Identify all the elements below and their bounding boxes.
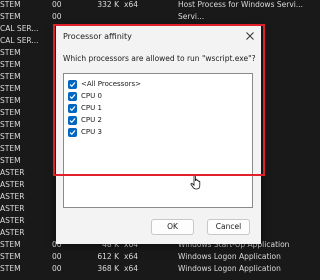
close-icon — [246, 32, 254, 40]
cell-user: STEM — [0, 60, 21, 69]
list-item-label: CPU 3 — [81, 128, 102, 136]
cell-desc: Servi... — [178, 12, 205, 21]
cell-mem: 612 K — [97, 252, 119, 261]
table-row[interactable]: STEM 00 Servi... — [0, 11, 308, 23]
cell-user: ASTER — [0, 180, 25, 189]
cell-user: STEM — [0, 240, 21, 249]
cell-user: ASTER — [0, 216, 25, 225]
cell-user: STEM — [0, 144, 21, 153]
cell-desc: Windows Logon Application — [178, 264, 281, 273]
checkbox-all-processors[interactable] — [68, 80, 77, 89]
list-item-label: CPU 2 — [81, 116, 102, 124]
list-item-label: CPU 1 — [81, 104, 102, 112]
checkmark-icon — [69, 82, 76, 88]
ok-button[interactable]: OK — [151, 219, 194, 235]
dialog-titlebar: Processor affinity — [56, 26, 261, 48]
cell-user: STEM — [0, 156, 21, 165]
cell-user: CAL SER... — [0, 36, 39, 45]
checkmark-icon — [69, 130, 76, 136]
close-button[interactable] — [239, 26, 261, 46]
cell-user: STEM — [0, 252, 21, 261]
cell-user: STEM — [0, 12, 21, 21]
cell-user: STEM — [0, 96, 21, 105]
cell-user: STEM — [0, 48, 21, 57]
cell-user: CAL SER... — [0, 24, 39, 33]
checkbox-cpu-1[interactable] — [68, 104, 77, 113]
cell-user: STEM — [0, 84, 21, 93]
cell-arch: x64 — [124, 264, 138, 273]
checkbox-cpu-3[interactable] — [68, 128, 77, 137]
cell-user: ASTER — [0, 192, 25, 201]
cell-cpu: 00 — [52, 252, 62, 261]
processor-list[interactable]: <All Processors> CPU 0 CPU 1 CPU 2 CPU 3 — [63, 73, 253, 208]
cell-cpu: 00 — [52, 12, 62, 21]
processor-affinity-dialog: Processor affinity Which processors are … — [56, 26, 261, 244]
cell-user: STEM — [0, 72, 21, 81]
cell-arch: x64 — [124, 252, 138, 261]
table-row[interactable]: STEM 00 368 K x64 Windows Logon Application — [0, 263, 308, 275]
cell-arch: x64 — [124, 0, 138, 9]
cell-user: STEM — [0, 108, 21, 117]
cell-user: ASTER — [0, 204, 25, 213]
cell-user: STEM — [0, 264, 21, 273]
cell-desc: Host Process for Windows Servi... — [178, 0, 303, 9]
cell-desc: Windows Logon Application — [178, 252, 281, 261]
hand-cursor-icon — [190, 174, 201, 190]
list-item-label: CPU 0 — [81, 92, 102, 100]
checkbox-cpu-0[interactable] — [68, 92, 77, 101]
checkmark-icon — [69, 94, 76, 100]
cell-mem: 368 K — [97, 264, 119, 273]
cell-cpu: 00 — [52, 264, 62, 273]
cell-user: ASTER — [0, 228, 25, 237]
cell-user: STEM — [0, 0, 21, 9]
list-item-label: <All Processors> — [81, 80, 141, 88]
cell-user: STEM — [0, 120, 21, 129]
dialog-prompt: Which processors are allowed to run "wsc… — [63, 54, 256, 63]
cancel-button[interactable]: Cancel — [207, 219, 250, 235]
checkmark-icon — [69, 106, 76, 112]
checkmark-icon — [69, 118, 76, 124]
table-row[interactable]: STEM 00 612 K x64 Windows Logon Application — [0, 251, 308, 263]
cell-user: STEM — [0, 132, 21, 141]
cell-mem: 332 K — [97, 0, 119, 9]
dialog-title: Processor affinity — [63, 32, 132, 41]
cell-user: ASTER — [0, 168, 25, 177]
table-row[interactable]: STEM 00 332 K x64 Host Process for Windows S… — [0, 0, 308, 11]
cell-cpu: 00 — [52, 0, 62, 9]
checkbox-cpu-2[interactable] — [68, 116, 77, 125]
